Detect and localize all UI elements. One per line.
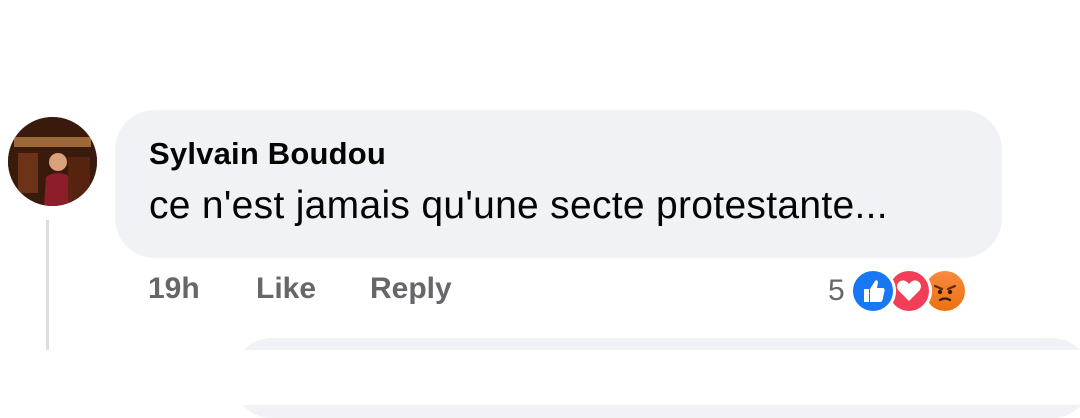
comment-bubble: Sylvain Boudou ce n'est jamais qu'une se…	[115, 110, 1002, 258]
comment-author[interactable]: Sylvain Boudou	[149, 136, 386, 172]
reply-button[interactable]: Reply	[370, 272, 452, 306]
bottom-area	[0, 350, 1080, 405]
avatar-image	[8, 117, 97, 206]
like-button[interactable]: Like	[256, 272, 316, 306]
reactions-summary[interactable]: 5	[828, 266, 998, 318]
avatar[interactable]	[8, 117, 97, 206]
like-icon	[850, 268, 896, 314]
thread-line	[46, 220, 49, 350]
comment-timestamp[interactable]: 19h	[148, 272, 200, 306]
reaction-count: 5	[828, 274, 845, 307]
comment-text: ce n'est jamais qu'une secte protestante…	[149, 184, 888, 227]
